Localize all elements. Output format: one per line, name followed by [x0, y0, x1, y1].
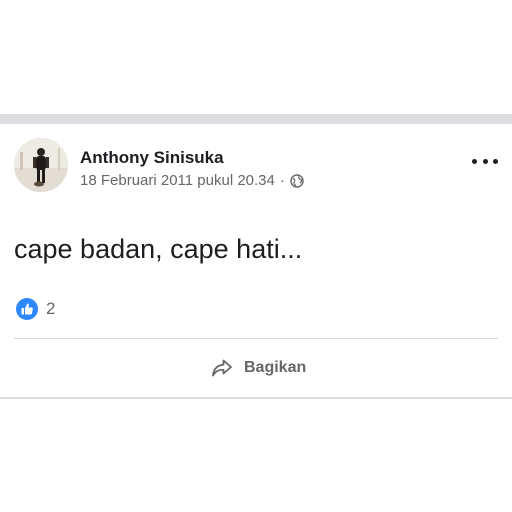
globe-icon — [290, 173, 304, 188]
meta-separator: · — [279, 172, 285, 189]
reaction-count: 2 — [46, 299, 56, 318]
more-dot — [482, 158, 488, 164]
avatar-photo — [14, 138, 68, 192]
post-card: Anthony Sinisuka 18 Februari 2011 pukul … — [0, 124, 512, 398]
feed-divider — [0, 114, 512, 124]
action-divider — [14, 338, 498, 339]
more-dot — [493, 158, 498, 164]
share-icon — [212, 359, 232, 377]
avatar[interactable] — [14, 138, 68, 192]
post-timestamp[interactable]: 18 Februari 2011 pukul 20.34 — [80, 172, 275, 189]
post-meta: 18 Februari 2011 pukul 20.34 · — [80, 172, 304, 189]
like-icon — [16, 298, 38, 320]
reactions-summary[interactable]: 2 — [16, 298, 55, 320]
feed-divider-bottom — [0, 397, 512, 399]
author-name[interactable]: Anthony Sinisuka — [80, 148, 224, 168]
share-button[interactable]: Bagikan — [210, 354, 306, 382]
more-dot — [472, 158, 477, 164]
share-label: Bagikan — [244, 359, 307, 376]
more-options-icon[interactable] — [472, 154, 498, 168]
page: Anthony Sinisuka 18 Februari 2011 pukul … — [0, 0, 512, 512]
post-text: cape badan, cape hati... — [14, 234, 303, 264]
